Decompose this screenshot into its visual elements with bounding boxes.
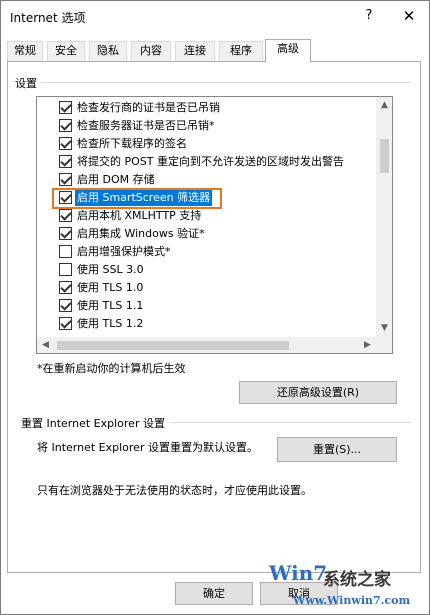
setting-label: 使用 TLS 1.0: [77, 281, 144, 294]
tab-programs[interactable]: 程序: [219, 41, 263, 61]
smartscreen-highlight-box: [52, 188, 222, 209]
vertical-scrollbar[interactable]: ▲ ▼: [376, 97, 392, 337]
title-bar: Internet 选项 ? ✕: [1, 1, 429, 31]
checkbox[interactable]: [59, 155, 72, 168]
checkbox[interactable]: [59, 245, 72, 258]
checkbox[interactable]: [59, 299, 72, 312]
checkbox[interactable]: [59, 281, 72, 294]
restore-advanced-settings-button[interactable]: 还原高级设置(R): [239, 381, 397, 404]
window-title: Internet 选项: [10, 11, 86, 25]
checkbox[interactable]: [59, 137, 72, 150]
checkbox[interactable]: [59, 209, 72, 222]
setting-label: 检查服务器证书是否已吊销*: [77, 119, 215, 132]
reset-group-divider: [169, 422, 411, 423]
close-button[interactable]: ✕: [391, 4, 427, 28]
setting-label: 将提交的 POST 重定向到不允许发送的区域时发出警告: [77, 155, 344, 168]
watermark: Win7 系统之家 Www.Winwin7.com: [269, 561, 427, 613]
tab-general[interactable]: 常规: [7, 41, 43, 61]
watermark-logo: Win7: [269, 561, 328, 585]
checkbox[interactable]: [59, 101, 72, 114]
scroll-left-arrow-icon[interactable]: ◀: [37, 337, 54, 353]
reset-description: 将 Internet Explorer 设置重置为默认设置。: [37, 441, 258, 454]
horizontal-scrollbar[interactable]: ◀ ▶: [37, 337, 376, 353]
reset-section-label: 重置 Internet Explorer 设置: [21, 417, 165, 430]
watermark-url: Www.Winwin7.com: [293, 594, 411, 607]
setting-label: 使用 TLS 1.2: [77, 317, 144, 330]
checkbox[interactable]: [59, 119, 72, 132]
setting-label: 使用 TLS 1.1: [77, 299, 144, 312]
checkbox[interactable]: [59, 173, 72, 186]
scrollbar-corner: [376, 337, 392, 353]
setting-label: 启用本机 XMLHTTP 支持: [77, 209, 202, 222]
watermark-text: 系统之家: [323, 570, 391, 590]
tab-advanced[interactable]: 高级: [265, 39, 311, 62]
ok-button[interactable]: 确定: [175, 582, 253, 605]
setting-label: 检查发行商的证书是否已吊销: [77, 101, 220, 114]
restart-note: *在重新启动你的计算机后生效: [37, 362, 186, 375]
tab-security[interactable]: 安全: [47, 41, 85, 61]
tab-connections[interactable]: 连接: [175, 41, 215, 61]
help-button[interactable]: ?: [351, 4, 387, 28]
checkbox[interactable]: [59, 227, 72, 240]
setting-label: 启用集成 Windows 验证*: [77, 227, 205, 240]
setting-label: 启用 DOM 存储: [77, 173, 155, 186]
tab-content[interactable]: 内容: [131, 41, 171, 61]
setting-label: 检查所下载程序的签名: [77, 137, 187, 150]
tab-privacy[interactable]: 隐私: [89, 41, 127, 61]
checkbox[interactable]: [59, 263, 72, 276]
settings-group-divider: [41, 82, 411, 83]
checkbox[interactable]: [59, 317, 72, 330]
reset-button[interactable]: 重置(S)...: [277, 437, 397, 462]
settings-list[interactable]: 检查发行商的证书是否已吊销 检查服务器证书是否已吊销* 检查所下载程序的签名 将…: [36, 96, 393, 354]
setting-label: 使用 SSL 3.0: [77, 263, 144, 276]
scroll-right-arrow-icon[interactable]: ▶: [359, 337, 376, 353]
horizontal-scroll-thumb[interactable]: [57, 341, 289, 350]
setting-label: 启用增强保护模式*: [77, 245, 171, 258]
settings-group-label: 设置: [15, 77, 37, 90]
scroll-down-arrow-icon[interactable]: ▼: [376, 320, 392, 337]
reset-note: 只有在浏览器处于无法使用的状态时，才应使用此设置。: [37, 484, 312, 497]
vertical-scroll-thumb[interactable]: [380, 139, 389, 173]
scroll-up-arrow-icon[interactable]: ▲: [376, 97, 392, 114]
internet-options-dialog: Internet 选项 ? ✕ 常规 安全 隐私 内容 连接 程序 高级 设置 …: [0, 0, 430, 615]
